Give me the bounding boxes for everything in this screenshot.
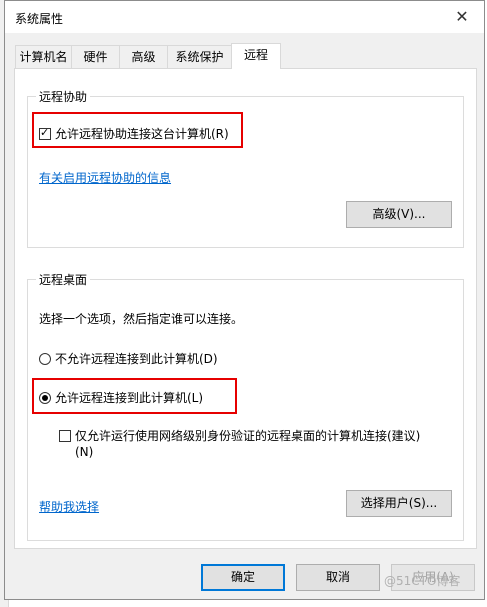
allow-remote-connections-label: 允许远程连接到此计算机(L) bbox=[55, 391, 204, 405]
deny-remote-connections-radio[interactable]: 不允许远程连接到此计算机(D) bbox=[39, 350, 218, 367]
system-properties-dialog: 系统属性 ✕ 计算机名 硬件 高级 系统保护 远程 远程协助 允许远程协助连接这… bbox=[4, 0, 485, 600]
tab-remote[interactable]: 远程 bbox=[231, 43, 281, 69]
tab-advanced[interactable]: 高级 bbox=[119, 45, 168, 68]
radio-selected-icon bbox=[39, 391, 51, 404]
tab-hardware[interactable]: 硬件 bbox=[71, 45, 120, 68]
nla-only-label: 仅允许运行使用网络级别身份验证的远程桌面的计算机连接(建议) (N) bbox=[75, 428, 420, 460]
ok-button[interactable]: 确定 bbox=[201, 564, 285, 591]
tab-system-protection[interactable]: 系统保护 bbox=[167, 45, 232, 68]
select-users-button[interactable]: 选择用户(S)... bbox=[346, 490, 452, 517]
remote-desktop-title: 远程桌面 bbox=[36, 271, 91, 288]
remote-assistance-advanced-button[interactable]: 高级(V)... bbox=[346, 201, 452, 228]
help-me-choose-link[interactable]: 帮助我选择 bbox=[39, 498, 99, 515]
nla-only-checkbox[interactable]: 仅允许运行使用网络级别身份验证的远程桌面的计算机连接(建议) (N) bbox=[59, 428, 420, 460]
allow-remote-assistance-checkbox[interactable]: 允许远程协助连接这台计算机(R) bbox=[39, 125, 229, 142]
allow-remote-connections-radio[interactable]: 允许远程连接到此计算机(L) bbox=[39, 389, 203, 406]
title-bar: 系统属性 ✕ bbox=[5, 1, 484, 33]
deny-remote-connections-label: 不允许远程连接到此计算机(D) bbox=[55, 352, 218, 366]
remote-assistance-group: 远程协助 允许远程协助连接这台计算机(R) 有关启用远程协助的信息 高级(V).… bbox=[27, 88, 464, 248]
checkbox-checked-icon bbox=[39, 126, 51, 140]
remote-assistance-info-link[interactable]: 有关启用远程协助的信息 bbox=[39, 169, 171, 186]
remote-desktop-instruction: 选择一个选项，然后指定谁可以连接。 bbox=[39, 312, 244, 326]
remote-desktop-group: 远程桌面 选择一个选项，然后指定谁可以连接。 不允许远程连接到此计算机(D) 允… bbox=[27, 271, 464, 541]
close-icon[interactable]: ✕ bbox=[440, 1, 484, 33]
nla-only-label-line1: 仅允许运行使用网络级别身份验证的远程桌面的计算机连接(建议) bbox=[75, 429, 421, 443]
remote-tab-panel: 远程协助 允许远程协助连接这台计算机(R) 有关启用远程协助的信息 高级(V).… bbox=[14, 68, 477, 549]
tab-computer-name[interactable]: 计算机名 bbox=[15, 45, 72, 68]
window-title: 系统属性 bbox=[15, 12, 64, 26]
cancel-button[interactable]: 取消 bbox=[296, 564, 380, 591]
radio-unselected-icon bbox=[39, 352, 51, 365]
allow-remote-assistance-label: 允许远程协助连接这台计算机(R) bbox=[55, 127, 229, 141]
nla-only-label-line2: (N) bbox=[75, 445, 94, 459]
remote-assistance-title: 远程协助 bbox=[36, 88, 91, 105]
checkbox-unchecked-icon bbox=[59, 430, 71, 442]
watermark: @51CTO博客 bbox=[384, 574, 461, 588]
